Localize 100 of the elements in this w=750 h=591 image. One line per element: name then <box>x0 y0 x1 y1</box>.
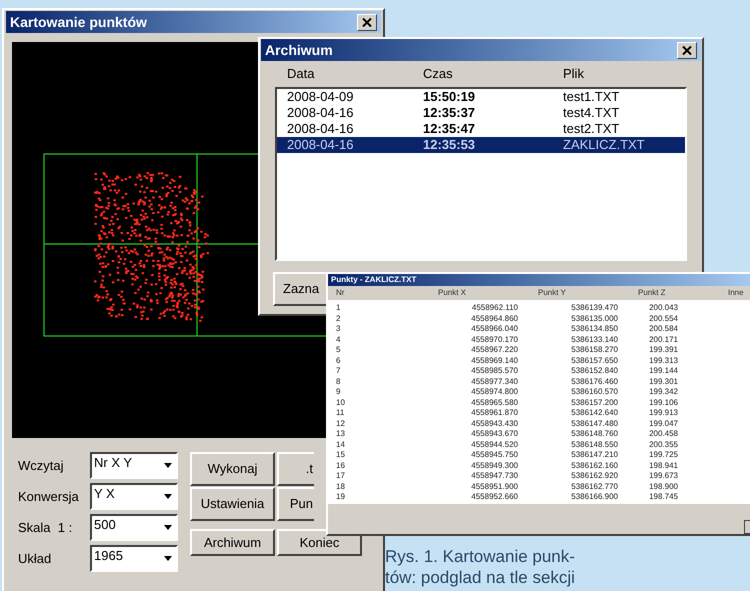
table-cell-text: 11 <box>335 408 346 418</box>
table-cell-text: 200.171 <box>648 334 678 345</box>
table-cell-text: 4558966.040 <box>470 324 518 334</box>
archive-row[interactable]: 2008-04-16 12:35:47 test2.TXT <box>277 120 685 136</box>
table-cell-text: 7 <box>335 366 342 376</box>
column-header: Plik <box>563 65 585 83</box>
window-title: Kartowanie punktów <box>10 12 147 32</box>
table-cell-text: 4558964.860 <box>470 314 518 324</box>
table-cell-text: 199.047 <box>648 418 678 429</box>
close-button[interactable] <box>357 14 377 30</box>
window-title: Punkty - ZAKLICZ.TXT <box>331 276 416 284</box>
table-cell-text: 5386162.160 <box>570 460 618 471</box>
column-header: Data <box>287 65 316 83</box>
table-cell-text: 4558974.800 <box>470 387 518 398</box>
table-cell-text: 4558961.870 <box>470 408 518 418</box>
table-cell-text: 5386162.770 <box>570 482 618 492</box>
column-header: Punkt Z <box>637 287 667 299</box>
table-cell-text: 199.106 <box>648 398 678 408</box>
table-cell-text: 5386133.140 <box>570 334 618 345</box>
table-cell-text: 198.941 <box>648 460 678 471</box>
dropdown[interactable]: 500 <box>90 514 178 541</box>
dropdown-arrow-icon <box>164 556 172 561</box>
table-cell-text: 5386152.840 <box>570 366 618 376</box>
archive-row[interactable]: 2008-04-16 12:35:37 test4.TXT <box>277 104 685 120</box>
table-cell-text: 2008-04-16 <box>287 120 354 136</box>
table-cell-text: 199.144 <box>648 366 678 376</box>
table-cell-text: 5 <box>335 345 342 356</box>
table-cell-text: 15:50:19 <box>423 88 476 104</box>
dropdown-arrow-icon <box>164 494 172 499</box>
table-cell-text: 199.725 <box>648 450 678 460</box>
table-cell-text: 198.900 <box>648 482 678 492</box>
select-button[interactable]: Zazna <box>273 272 326 306</box>
column-header: Punkt X <box>437 287 468 299</box>
table-cell-text: 2008-04-16 <box>287 136 354 152</box>
table-cell-text: 4558947.730 <box>470 471 518 482</box>
table-cell-text: 4558962.110 <box>470 303 518 314</box>
table-cell-text: 12:35:37 <box>423 104 476 120</box>
action-button[interactable]: Pun <box>277 487 314 521</box>
archive-row[interactable]: 2008-04-09 15:50:19 test1.TXT <box>277 88 685 104</box>
table-cell-text: 5386176.460 <box>570 376 618 387</box>
table-cell-text: 18 <box>335 482 346 492</box>
table-cell-text: 4558951.900 <box>470 482 518 492</box>
action-button[interactable]: Archiwum <box>190 529 275 556</box>
table-cell-text: 4558949.300 <box>470 460 518 471</box>
dropdown[interactable]: Nr X Y <box>90 452 178 479</box>
table-cell-text: 6 <box>335 356 342 366</box>
table-cell-text: 4558985.570 <box>470 366 518 376</box>
table-cell-text: 2008-04-16 <box>287 104 354 120</box>
table-cell-text: 1 <box>335 303 342 314</box>
table-cell-text: 4558943.670 <box>470 429 518 440</box>
dropdown[interactable]: 1965 <box>90 545 178 572</box>
table-cell-text: 5386157.650 <box>570 356 618 366</box>
table-cell-text: 4558944.520 <box>470 440 518 450</box>
table-cell-text: 9 <box>335 387 342 398</box>
column-header: Punkt Y <box>537 287 567 299</box>
column-header: Nr <box>335 287 346 299</box>
table-cell-text: 5386134.850 <box>570 324 618 334</box>
table-cell-text: 199.673 <box>648 471 678 482</box>
field-label: Skala 1 : <box>18 518 74 537</box>
field-label: Wczytaj <box>18 456 64 475</box>
table-cell-text: 4558952.660 <box>470 492 518 502</box>
table-cell-text: test4.TXT <box>563 104 620 120</box>
table-cell-text: 16 <box>335 460 346 471</box>
close-button[interactable] <box>677 42 697 58</box>
table-cell-text: 2 <box>335 314 342 324</box>
caption-line: tów: podglad na tle sekcji <box>385 567 575 588</box>
table-cell-text: 200.355 <box>648 440 678 450</box>
table-cell-text: 17 <box>335 471 346 482</box>
dropdown[interactable]: Y X <box>90 483 178 510</box>
table-cell-text: 199.313 <box>648 356 678 366</box>
table-cell-text: 10 <box>335 398 346 408</box>
table-cell-text: 5386135.000 <box>570 314 618 324</box>
table-cell-text: 19 <box>335 492 346 502</box>
table-cell-text: 200.458 <box>648 429 678 440</box>
table-cell-text: 3 <box>335 324 342 334</box>
table-cell-text: 4558943.430 <box>470 418 518 429</box>
dropdown-arrow-icon <box>164 463 172 468</box>
action-button[interactable]: Wykonaj <box>190 452 275 486</box>
table-cell-text: 5386157.200 <box>570 398 618 408</box>
field-label: Układ <box>18 550 52 568</box>
table-cell-text: test1.TXT <box>563 88 620 104</box>
field-label: Konwersja <box>18 488 80 506</box>
table-cell-text: 200.584 <box>648 324 678 334</box>
table-cell-text: 4558969.140 <box>470 356 518 366</box>
dropdown-arrow-icon <box>164 525 172 530</box>
table-cell-text: 5386148.760 <box>570 429 618 440</box>
table-cell-text: 2008-04-09 <box>287 88 354 104</box>
action-button[interactable]: Ustawienia <box>190 487 275 521</box>
table-cell-text: 5386166.900 <box>570 492 618 502</box>
close-icon <box>682 46 692 54</box>
table-cell-text: 4558977.340 <box>470 376 518 387</box>
archive-row[interactable]: 2008-04-16 12:35:53 ZAKLICZ.TXT <box>277 136 685 152</box>
window-title: Archiwum <box>265 40 333 60</box>
table-cell-text: 12:35:47 <box>423 120 476 136</box>
table-cell-text: 15 <box>335 450 346 460</box>
table-cell-text: 5386142.640 <box>570 408 618 418</box>
table-cell-text: 13 <box>335 429 346 440</box>
action-button[interactable]: .t <box>277 452 314 486</box>
table-cell-text: 5386147.210 <box>570 450 618 460</box>
table-cell-text: 199.301 <box>648 376 678 387</box>
